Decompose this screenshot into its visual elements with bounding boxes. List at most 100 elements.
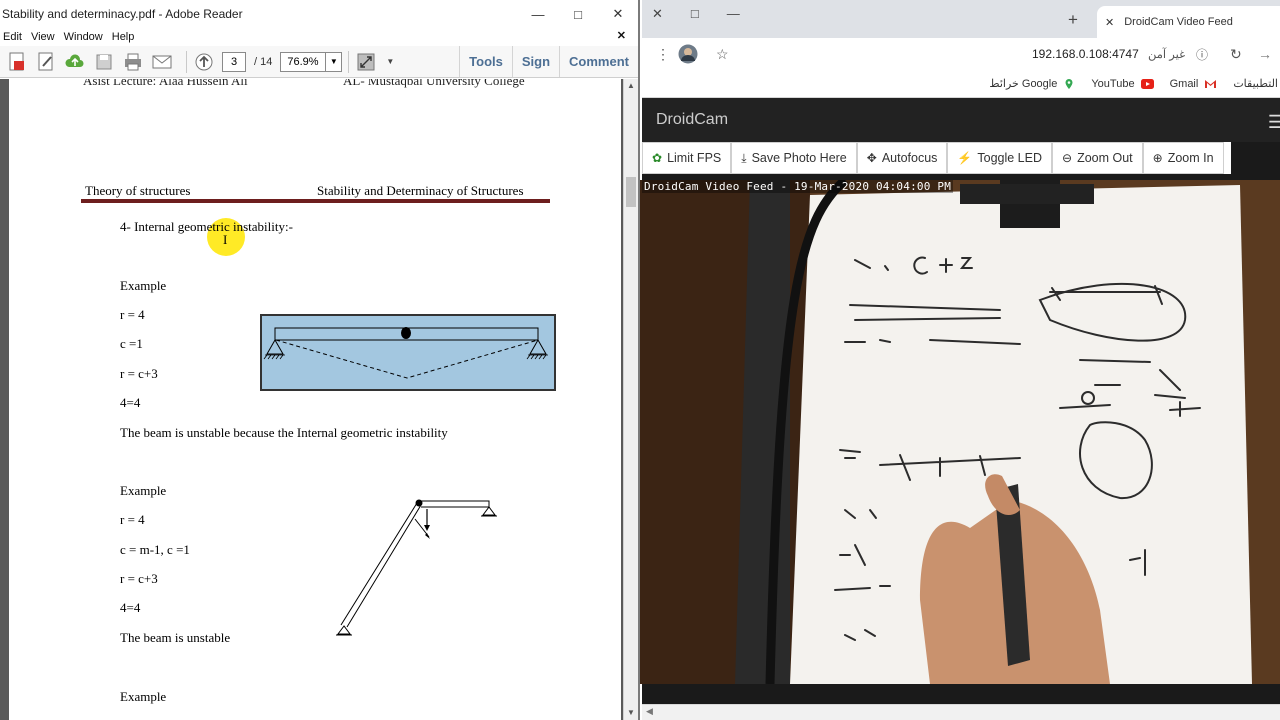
comment-button[interactable]: Comment	[559, 46, 638, 77]
close-icon[interactable]: ✕	[598, 0, 638, 28]
bookmark-gmail[interactable]: Gmail	[1170, 78, 1218, 90]
back-icon[interactable]: →	[1258, 46, 1272, 62]
pdf-page: Theory of structures Stability and Deter…	[9, 145, 621, 720]
button-label: Limit FPS	[667, 151, 722, 165]
page-total: / 14	[254, 55, 273, 68]
scroll-up-icon[interactable]: ▲	[627, 81, 635, 90]
flash-icon: ⚡	[957, 151, 973, 165]
bookmark-label: خرائط Google	[989, 78, 1058, 90]
previous-page-icon[interactable]	[193, 51, 215, 73]
zoom-select[interactable]: 76.9% ▼	[280, 51, 343, 72]
example-label: Example	[120, 689, 167, 704]
reload-icon[interactable]: ↻	[1230, 46, 1242, 63]
bookmark-star-icon[interactable]: ☆	[716, 46, 729, 63]
create-pdf-icon[interactable]	[6, 51, 28, 73]
save-icon[interactable]	[93, 51, 115, 73]
maximize-icon[interactable]: □	[558, 0, 598, 28]
cloud-upload-icon[interactable]	[64, 51, 86, 73]
section-heading: 4- Internal geometric instability:-	[120, 219, 293, 234]
edit-pdf-icon[interactable]	[35, 51, 57, 73]
bookmark-maps[interactable]: خرائط Google	[989, 77, 1075, 90]
fit-page-icon[interactable]	[355, 51, 377, 73]
zoom-value: 76.9%	[287, 55, 319, 68]
print-icon[interactable]	[122, 51, 144, 73]
scroll-left-icon[interactable]: ◀	[646, 706, 653, 717]
video-feed	[640, 180, 1280, 684]
close-icon[interactable]: ✕	[652, 6, 663, 22]
equation-line: r = 4	[120, 307, 145, 322]
not-secure-label[interactable]: غير آمن	[1148, 47, 1185, 61]
droidcam-brand[interactable]: DroidCam	[656, 111, 728, 129]
scroll-down-icon[interactable]: ▼	[627, 708, 635, 717]
droidcam-page: DroidCam ☰ ✿ Limit FPS ⤓ Save Photo Here ✥…	[640, 98, 1280, 720]
window-controls: ✕ □ —	[652, 6, 740, 22]
url-text[interactable]: 192.168.0.108:4747	[1032, 47, 1139, 61]
reader-titlebar: Stability and determinacy.pdf - Adobe Re…	[0, 0, 638, 28]
email-icon[interactable]	[151, 51, 173, 73]
chevron-down-icon[interactable]: ▼	[325, 52, 341, 71]
reader-toolbar: 3 / 14 76.9% ▼ ▼ Tools Sign Comment	[0, 46, 638, 78]
button-label: Zoom Out	[1077, 151, 1133, 165]
minimize-icon[interactable]: —	[518, 0, 558, 28]
bookmark-label: Gmail	[1169, 77, 1199, 90]
youtube-icon	[1140, 78, 1154, 89]
tab-droidcam[interactable]: ✕ DroidCam Video Feed	[1097, 6, 1280, 38]
reader-scrollbar[interactable]: ▲ ▼	[623, 79, 638, 720]
save-photo-button[interactable]: ⤓ Save Photo Here	[731, 142, 857, 174]
bookmark-youtube[interactable]: YouTube	[1091, 77, 1154, 90]
close-document-icon[interactable]: ✕	[614, 29, 632, 42]
zoom-in-button[interactable]: ⊕ Zoom In	[1142, 142, 1224, 174]
bookmark-label: YouTube	[1091, 77, 1135, 90]
droidcam-controls: ✿ Limit FPS ⤓ Save Photo Here ✥ Autofocus ⚡…	[642, 142, 1231, 174]
page-number-input[interactable]: 3	[222, 51, 246, 72]
autofocus-button[interactable]: ✥ Autofocus	[856, 142, 948, 174]
equation-line: r = 4	[120, 512, 145, 527]
menu-view[interactable]: View	[28, 31, 61, 43]
leaf-icon: ✿	[652, 151, 663, 165]
running-head-right: Stability and Determinacy of Structures	[317, 183, 524, 198]
equation-line: 4=4	[120, 600, 141, 615]
hamburger-icon[interactable]: ☰	[1268, 112, 1280, 133]
address-bar-row: ⋮ ☆ 192.168.0.108:4747 غير آمن ⓘ ↻ →	[642, 38, 1280, 70]
tools-button[interactable]: Tools	[459, 46, 512, 77]
video-caption: DroidCam Video Feed - 19-Mar-2020 04:04:…	[642, 180, 954, 193]
chrome-window: ✕ □ — + ✕ DroidCam Video Feed ⋮ ☆ 192.16…	[640, 0, 1280, 720]
toggle-led-button[interactable]: ⚡ Toggle LED	[947, 142, 1052, 174]
menu-help[interactable]: Help	[109, 31, 141, 43]
horizontal-scrollbar[interactable]: ◀	[642, 704, 1280, 720]
new-tab-icon[interactable]: +	[1068, 10, 1078, 30]
minimize-icon[interactable]: —	[727, 6, 740, 22]
conclusion-text: The beam is unstable because the Interna…	[120, 425, 448, 440]
button-label: Save Photo Here	[751, 151, 847, 165]
text-cursor-icon: I	[223, 232, 228, 247]
scrollbar-thumb[interactable]	[626, 177, 636, 207]
header-rule	[81, 199, 550, 203]
avatar[interactable]	[678, 44, 698, 64]
bookmark-label: التطبيقات	[1233, 78, 1278, 90]
equation-line: r = c+3	[120, 366, 158, 381]
zoom-out-button[interactable]: ⊖ Zoom Out	[1052, 142, 1143, 174]
equation-line: c =1	[120, 336, 143, 351]
gmail-icon	[1205, 79, 1217, 88]
menu-edit[interactable]: Edit	[0, 31, 28, 43]
chevron-down-icon[interactable]: ▼	[384, 51, 396, 73]
sign-button[interactable]: Sign	[511, 46, 559, 77]
document-view[interactable]: Asist Lecture: Alaa Hussein Ali AL- Must…	[0, 79, 638, 720]
maximize-icon[interactable]: □	[691, 6, 699, 22]
info-icon[interactable]: ⓘ	[1196, 46, 1208, 63]
tab-title: DroidCam Video Feed	[1124, 16, 1233, 28]
bookmarks-bar: خرائط Google YouTube Gmail التطبيقات	[642, 70, 1280, 98]
droidcam-navbar: DroidCam ☰	[642, 98, 1280, 142]
close-tab-icon[interactable]: ✕	[1105, 16, 1114, 29]
example-label: Example	[120, 278, 167, 293]
button-label: Autofocus	[881, 151, 938, 165]
limit-fps-button[interactable]: ✿ Limit FPS	[642, 142, 732, 174]
move-icon: ✥	[866, 151, 877, 165]
toolbar-divider	[348, 50, 350, 73]
menu-window[interactable]: Window	[61, 31, 109, 43]
adobe-reader-window: Stability and determinacy.pdf - Adobe Re…	[0, 0, 640, 720]
more-menu-icon[interactable]: ⋮	[656, 46, 670, 63]
bookmark-apps[interactable]: التطبيقات	[1233, 77, 1278, 90]
tools-panel-links: Tools Sign Comment	[459, 46, 638, 77]
running-head-left: Theory of structures	[85, 183, 191, 198]
